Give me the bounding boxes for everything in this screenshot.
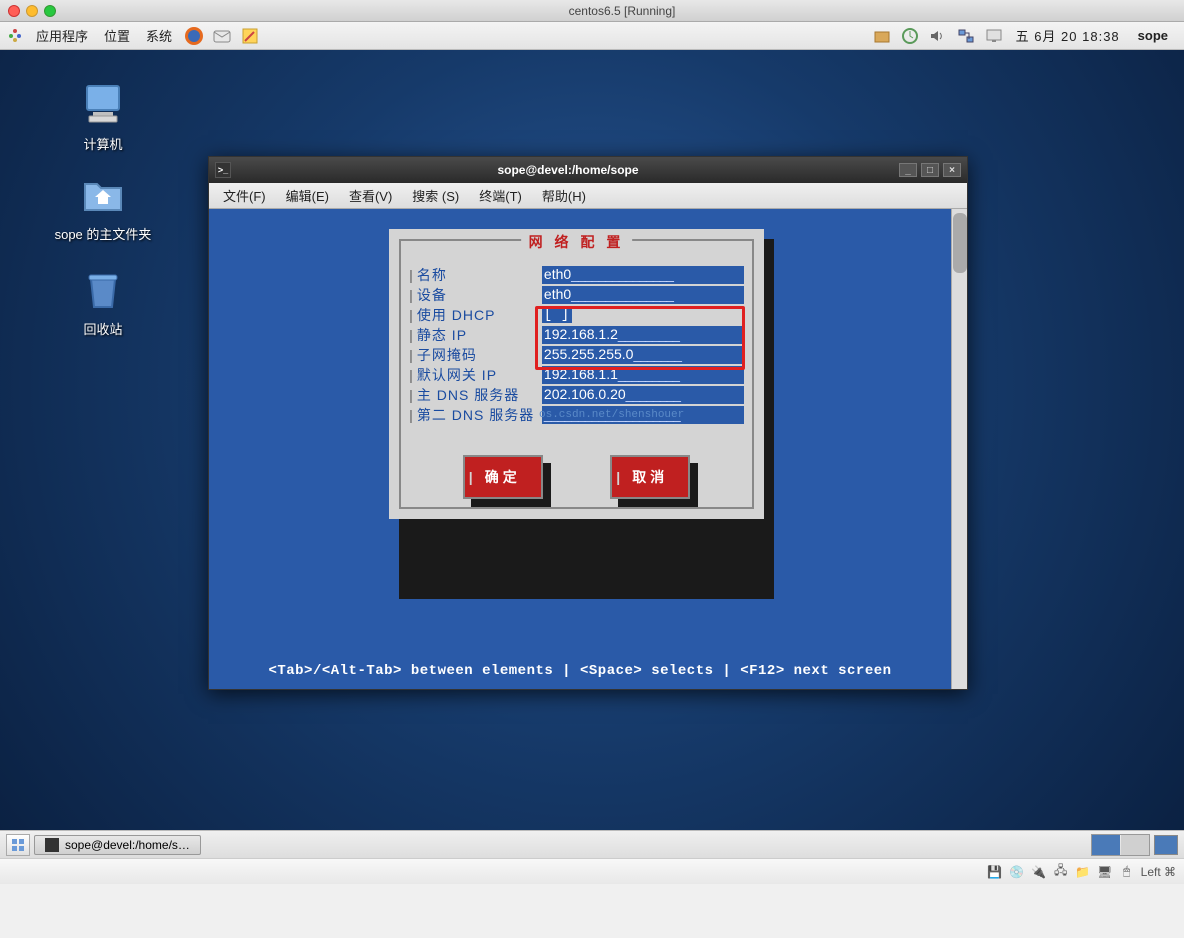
scrollbar[interactable]: [951, 209, 967, 689]
gnome-bottom-panel: sope@devel:/home/s…: [0, 830, 1184, 858]
desktop-icon-trash[interactable]: 回收站: [48, 265, 158, 338]
desktop-icon-home[interactable]: sope 的主文件夹: [48, 170, 158, 243]
workspace-1[interactable]: [1092, 835, 1120, 855]
net-icon: 🖧: [1053, 864, 1069, 880]
label-name: 名称: [417, 265, 542, 285]
menu-system[interactable]: 系统: [138, 26, 180, 45]
updates-icon[interactable]: [900, 26, 920, 46]
maximize-button[interactable]: □: [921, 163, 939, 177]
terminal-menubar: 文件(F) 编辑(E) 查看(V) 搜索 (S) 终端(T) 帮助(H): [209, 183, 967, 209]
desktop-label: sope 的主文件夹: [48, 224, 158, 243]
gnome-logo-icon: [6, 27, 24, 45]
desktop[interactable]: 计算机 sope 的主文件夹 回收站 >_ sope@devel:/home/s…: [0, 50, 1184, 884]
taskbar-item-terminal[interactable]: sope@devel:/home/s…: [34, 835, 201, 855]
cd-icon: 💿: [1009, 864, 1025, 880]
close-button[interactable]: ×: [943, 163, 961, 177]
terminal-task-icon: [45, 838, 59, 852]
host-window-titlebar: centos6.5 [Running]: [0, 0, 1184, 22]
host-key-label: Left ⌘: [1141, 865, 1176, 879]
tui-dialog: 网 络 配 置 |名称eth0_______________ |设备eth0__…: [389, 229, 764, 519]
host-close-icon[interactable]: [8, 5, 20, 17]
host-status-bar: 💾 💿 🔌 🖧 📁 🖥 🖱 Left ⌘: [0, 858, 1184, 884]
home-folder-icon: [79, 170, 127, 218]
host-minimize-icon[interactable]: [26, 5, 38, 17]
package-icon[interactable]: [872, 26, 892, 46]
menu-applications[interactable]: 应用程序: [28, 26, 96, 45]
watermark: os.csdn.net/shenshouer: [539, 409, 684, 421]
minimize-button[interactable]: _: [899, 163, 917, 177]
label-device: 设备: [417, 285, 542, 305]
terminal-title: sope@devel:/home/sope: [237, 163, 899, 177]
field-name[interactable]: eth0_______________: [542, 266, 744, 284]
field-dns1[interactable]: 202.106.0.20________: [542, 386, 744, 404]
host-window-title: centos6.5 [Running]: [68, 4, 1176, 18]
menu-edit[interactable]: 编辑(E): [276, 186, 339, 205]
menu-terminal[interactable]: 终端(T): [469, 186, 532, 205]
gnome-top-panel: 应用程序 位置 系统 五 6月 20 18:38 sope: [0, 22, 1184, 50]
hd-icon: 💾: [987, 864, 1003, 880]
cancel-button[interactable]: |取消: [610, 455, 690, 499]
label-gateway: 默认网关 IP: [417, 365, 542, 385]
taskbar-item-label: sope@devel:/home/s…: [65, 838, 190, 852]
usb-icon: 🔌: [1031, 864, 1047, 880]
display-icon[interactable]: [984, 26, 1004, 46]
tui-dialog-title: 网 络 配 置: [521, 232, 633, 252]
terminal-body: 网 络 配 置 |名称eth0_______________ |设备eth0__…: [209, 209, 967, 689]
ok-button[interactable]: |确定: [463, 455, 543, 499]
shared-icon: 📁: [1075, 864, 1091, 880]
show-desktop-button[interactable]: [6, 834, 30, 856]
menu-help[interactable]: 帮助(H): [532, 186, 596, 205]
terminal-titlebar[interactable]: >_ sope@devel:/home/sope _ □ ×: [209, 157, 967, 183]
network-icon[interactable]: [956, 26, 976, 46]
menu-file[interactable]: 文件(F): [213, 186, 276, 205]
desktop-icon-computer[interactable]: 计算机: [48, 80, 158, 153]
label-dhcp: 使用 DHCP: [417, 305, 542, 325]
label-dns2: 第二 DNS 服务器: [417, 405, 542, 425]
trash-icon: [79, 265, 127, 313]
panel-user[interactable]: sope: [1128, 28, 1178, 43]
menu-view[interactable]: 查看(V): [339, 186, 402, 205]
desktop-label: 计算机: [48, 134, 158, 153]
host-zoom-icon[interactable]: [44, 5, 56, 17]
label-static-ip: 静态 IP: [417, 325, 542, 345]
desktop-label: 回收站: [48, 319, 158, 338]
panel-clock[interactable]: 五 6月 20 18:38: [1008, 26, 1128, 45]
computer-icon: [79, 80, 127, 128]
display-cfg-icon: 🖥: [1097, 864, 1113, 880]
volume-icon[interactable]: [928, 26, 948, 46]
menu-search[interactable]: 搜索 (S): [402, 186, 469, 205]
workspace-2[interactable]: [1121, 835, 1149, 855]
field-device[interactable]: eth0_______________: [542, 286, 744, 304]
menu-places[interactable]: 位置: [96, 26, 138, 45]
highlight-box: [535, 306, 745, 370]
terminal-icon: >_: [215, 162, 231, 178]
mail-icon[interactable]: [212, 26, 232, 46]
label-dns1: 主 DNS 服务器: [417, 385, 542, 405]
firefox-icon[interactable]: [184, 26, 204, 46]
notes-icon[interactable]: [240, 26, 260, 46]
mouse-icon: 🖱: [1119, 864, 1135, 880]
workspace-mini-icon[interactable]: [1154, 835, 1178, 855]
label-netmask: 子网掩码: [417, 345, 542, 365]
terminal-window: >_ sope@devel:/home/sope _ □ × 文件(F) 编辑(…: [208, 156, 968, 690]
workspace-switcher[interactable]: [1091, 834, 1150, 856]
tui-footer-hint: <Tab>/<Alt-Tab> between elements | <Spac…: [209, 663, 951, 679]
